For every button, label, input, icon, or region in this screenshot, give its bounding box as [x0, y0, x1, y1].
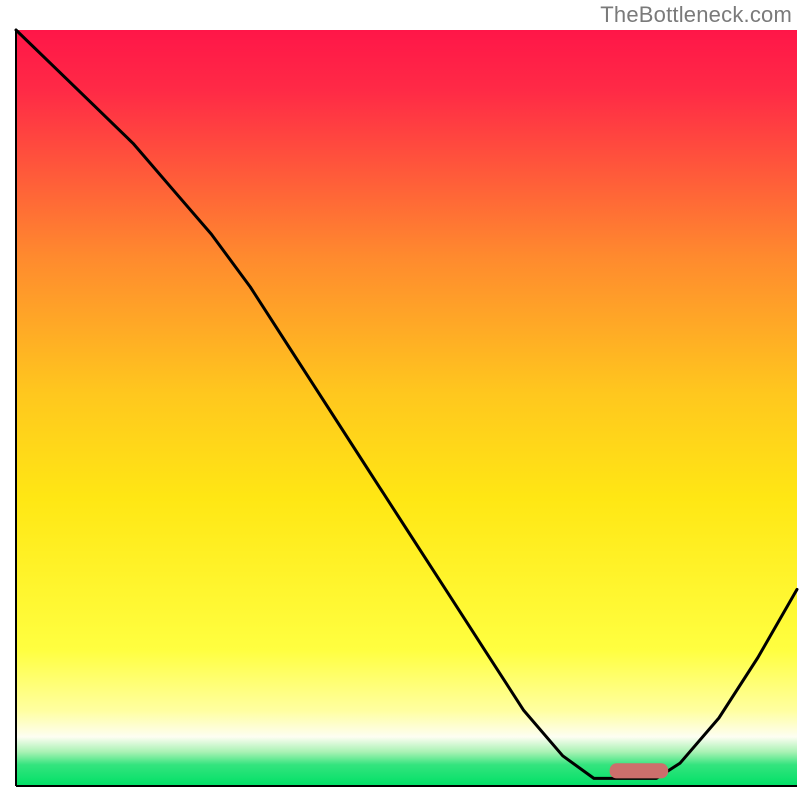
chart-svg	[0, 0, 800, 800]
chart-container: { "watermark": "TheBottleneck.com", "cha…	[0, 0, 800, 800]
optimal-marker	[610, 763, 669, 778]
watermark-text: TheBottleneck.com	[600, 2, 792, 28]
